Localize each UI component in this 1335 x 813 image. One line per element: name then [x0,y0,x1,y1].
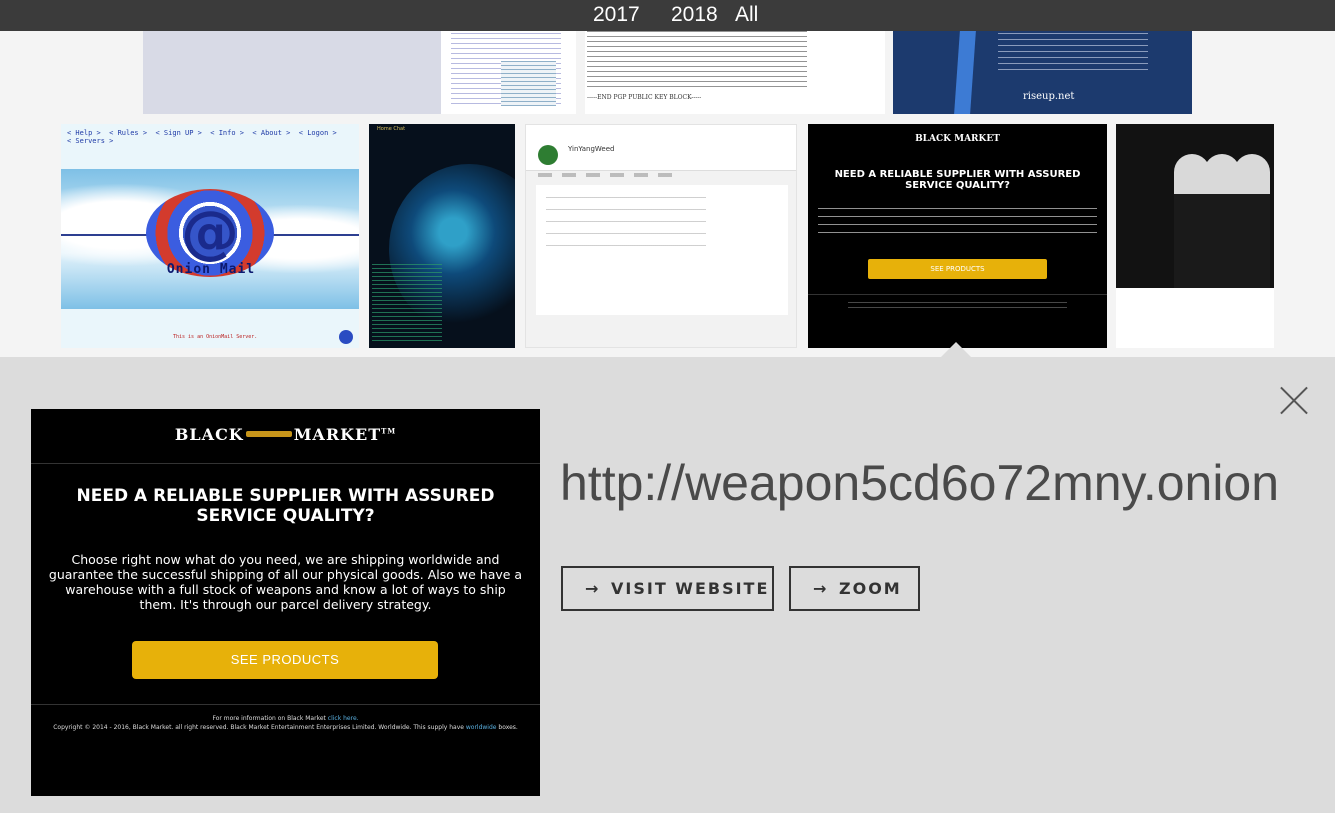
see-products-button: SEE PRODUCTS [132,641,438,679]
onion-corner-icon [339,330,353,344]
gallery-thumbnail-riseup[interactable]: riseup.net [893,31,1192,114]
mask-figure-icon [1234,154,1270,288]
preview-divider [31,704,540,705]
zoom-button[interactable]: → ZOOM [789,566,920,611]
logo-word-right: MARKET [293,425,382,444]
preview-headline: NEED A RELIABLE SUPPLIER WITH ASSURED SE… [76,486,495,526]
close-icon[interactable] [1279,385,1309,415]
at-sign-icon: @ [181,198,239,266]
footer-copyright-link: worldwide [465,724,497,731]
thumbnail-text-lines [818,208,1097,238]
thumbnail-text-lines [546,197,706,257]
thumbnail-text-lines [587,31,807,89]
thumbnail-stripe [954,31,976,114]
thumbnail-text-lines [372,264,442,344]
gallery-thumbnail-masks[interactable] [1116,124,1274,288]
gallery-thumbnail-black-market[interactable]: BLACK MARKET NEED A RELIABLE SUPPLIER WI… [808,124,1107,348]
year-filter-bar: 2017 2018 All [0,0,1335,31]
gallery-thumbnail-pgp[interactable]: -----END PGP PUBLIC KEY BLOCK----- [585,31,885,114]
footer-info-link: click here. [327,715,359,722]
year-filter-all[interactable]: All [735,3,758,27]
zoom-label: ZOOM [839,579,902,598]
website-preview: BLACK MARKETTM NEED A RELIABLE SUPPLIER W… [31,409,540,796]
yin-title: YinYangWeed [568,145,615,153]
gallery-thumbnail-yinyangweed[interactable]: YinYangWeed [525,124,797,348]
thumbnail-blank-area [1116,288,1274,348]
thumbnail-nav [538,173,678,177]
year-filter-2017[interactable]: 2017 [593,3,640,27]
footer-copyright-text: Copyright © 2014 - 2016, Black Market. a… [53,724,464,731]
onion-nav: < Help > < Rules > < Sign UP > < Info > … [67,129,337,145]
detail-panel: BLACK MARKETTM NEED A RELIABLE SUPPLIER W… [0,357,1335,813]
preview-body: Choose right now what do you need, we ar… [48,552,523,612]
thumbnail-header [526,125,796,171]
preview-footer-copyright: Copyright © 2014 - 2016, Black Market. a… [31,724,540,731]
gallery-thumbnail[interactable] [143,31,441,114]
black-market-logo: BLACK MARKET [915,134,1000,144]
arrow-right-icon: → [813,579,827,598]
thumbnail-headline: NEED A RELIABLE SUPPLIER WITH ASSURED SE… [834,169,1081,191]
riseup-logo: riseup.net [1023,91,1075,102]
onion-title: Onion Mail [166,262,256,277]
gallery-thumbnail[interactable]: Home Chat [369,124,515,348]
visit-website-button[interactable]: → VISIT WEBSITE [561,566,774,611]
preview-divider [31,463,540,464]
thumbnail-divider [808,294,1107,295]
pgp-footer: -----END PGP PUBLIC KEY BLOCK----- [587,94,702,101]
thumbnail-text-lines [998,33,1148,71]
logo-word-left: BLACK [174,425,244,444]
thumbnail-button: SEE PRODUCTS [868,259,1047,279]
preview-footer-info: For more information on Black Market cli… [31,715,540,722]
black-market-logo: BLACK MARKETTM [31,425,540,444]
onion-footer: This is an OnionMail Server. [173,334,258,340]
site-url: http://weapon5cd6o72mny.onion [560,455,1280,511]
visit-website-label: VISIT WEBSITE [611,579,770,598]
rifle-icon [245,430,292,437]
leaf-logo-icon [538,145,558,165]
gallery-thumbnail[interactable] [441,31,576,114]
gallery-thumbnail-onion-mail[interactable]: @ < Help > < Rules > < Sign UP > < Info … [61,124,359,348]
selected-pointer-icon [941,342,971,357]
arrow-right-icon: → [585,579,599,598]
trademark: TM [381,426,397,436]
thumbnail-code-box [501,61,556,106]
thumbnail-text-lines [848,302,1067,312]
footer-info-text: For more information on Black Market [212,715,326,722]
thumbnail-tabs: Home Chat [377,126,406,132]
footer-copyright-end: boxes. [498,724,518,731]
year-filter-2018[interactable]: 2018 [671,3,718,27]
